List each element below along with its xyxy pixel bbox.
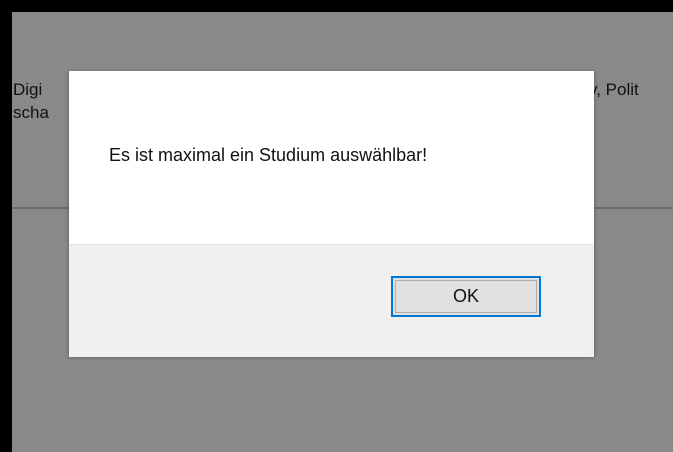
- dialog-footer: OK: [69, 244, 594, 357]
- alert-dialog: Es ist maximal ein Studium auswählbar! O…: [69, 71, 594, 357]
- screenshot-frame: Digi scha y, Polit Es ist maximal ein St…: [0, 0, 673, 452]
- frame-border-left: [0, 0, 12, 452]
- page-overlay: Digi scha y, Polit Es ist maximal ein St…: [12, 12, 673, 452]
- background-text-right-line1: y, Polit: [589, 80, 639, 99]
- ok-button[interactable]: OK: [391, 276, 541, 317]
- background-text-left-line1: Digi: [13, 80, 43, 99]
- background-text-left-line2: scha: [13, 103, 49, 122]
- dialog-message: Es ist maximal ein Studium auswählbar!: [109, 145, 428, 165]
- ok-button-label: OK: [395, 280, 537, 313]
- frame-border-top: [0, 0, 673, 12]
